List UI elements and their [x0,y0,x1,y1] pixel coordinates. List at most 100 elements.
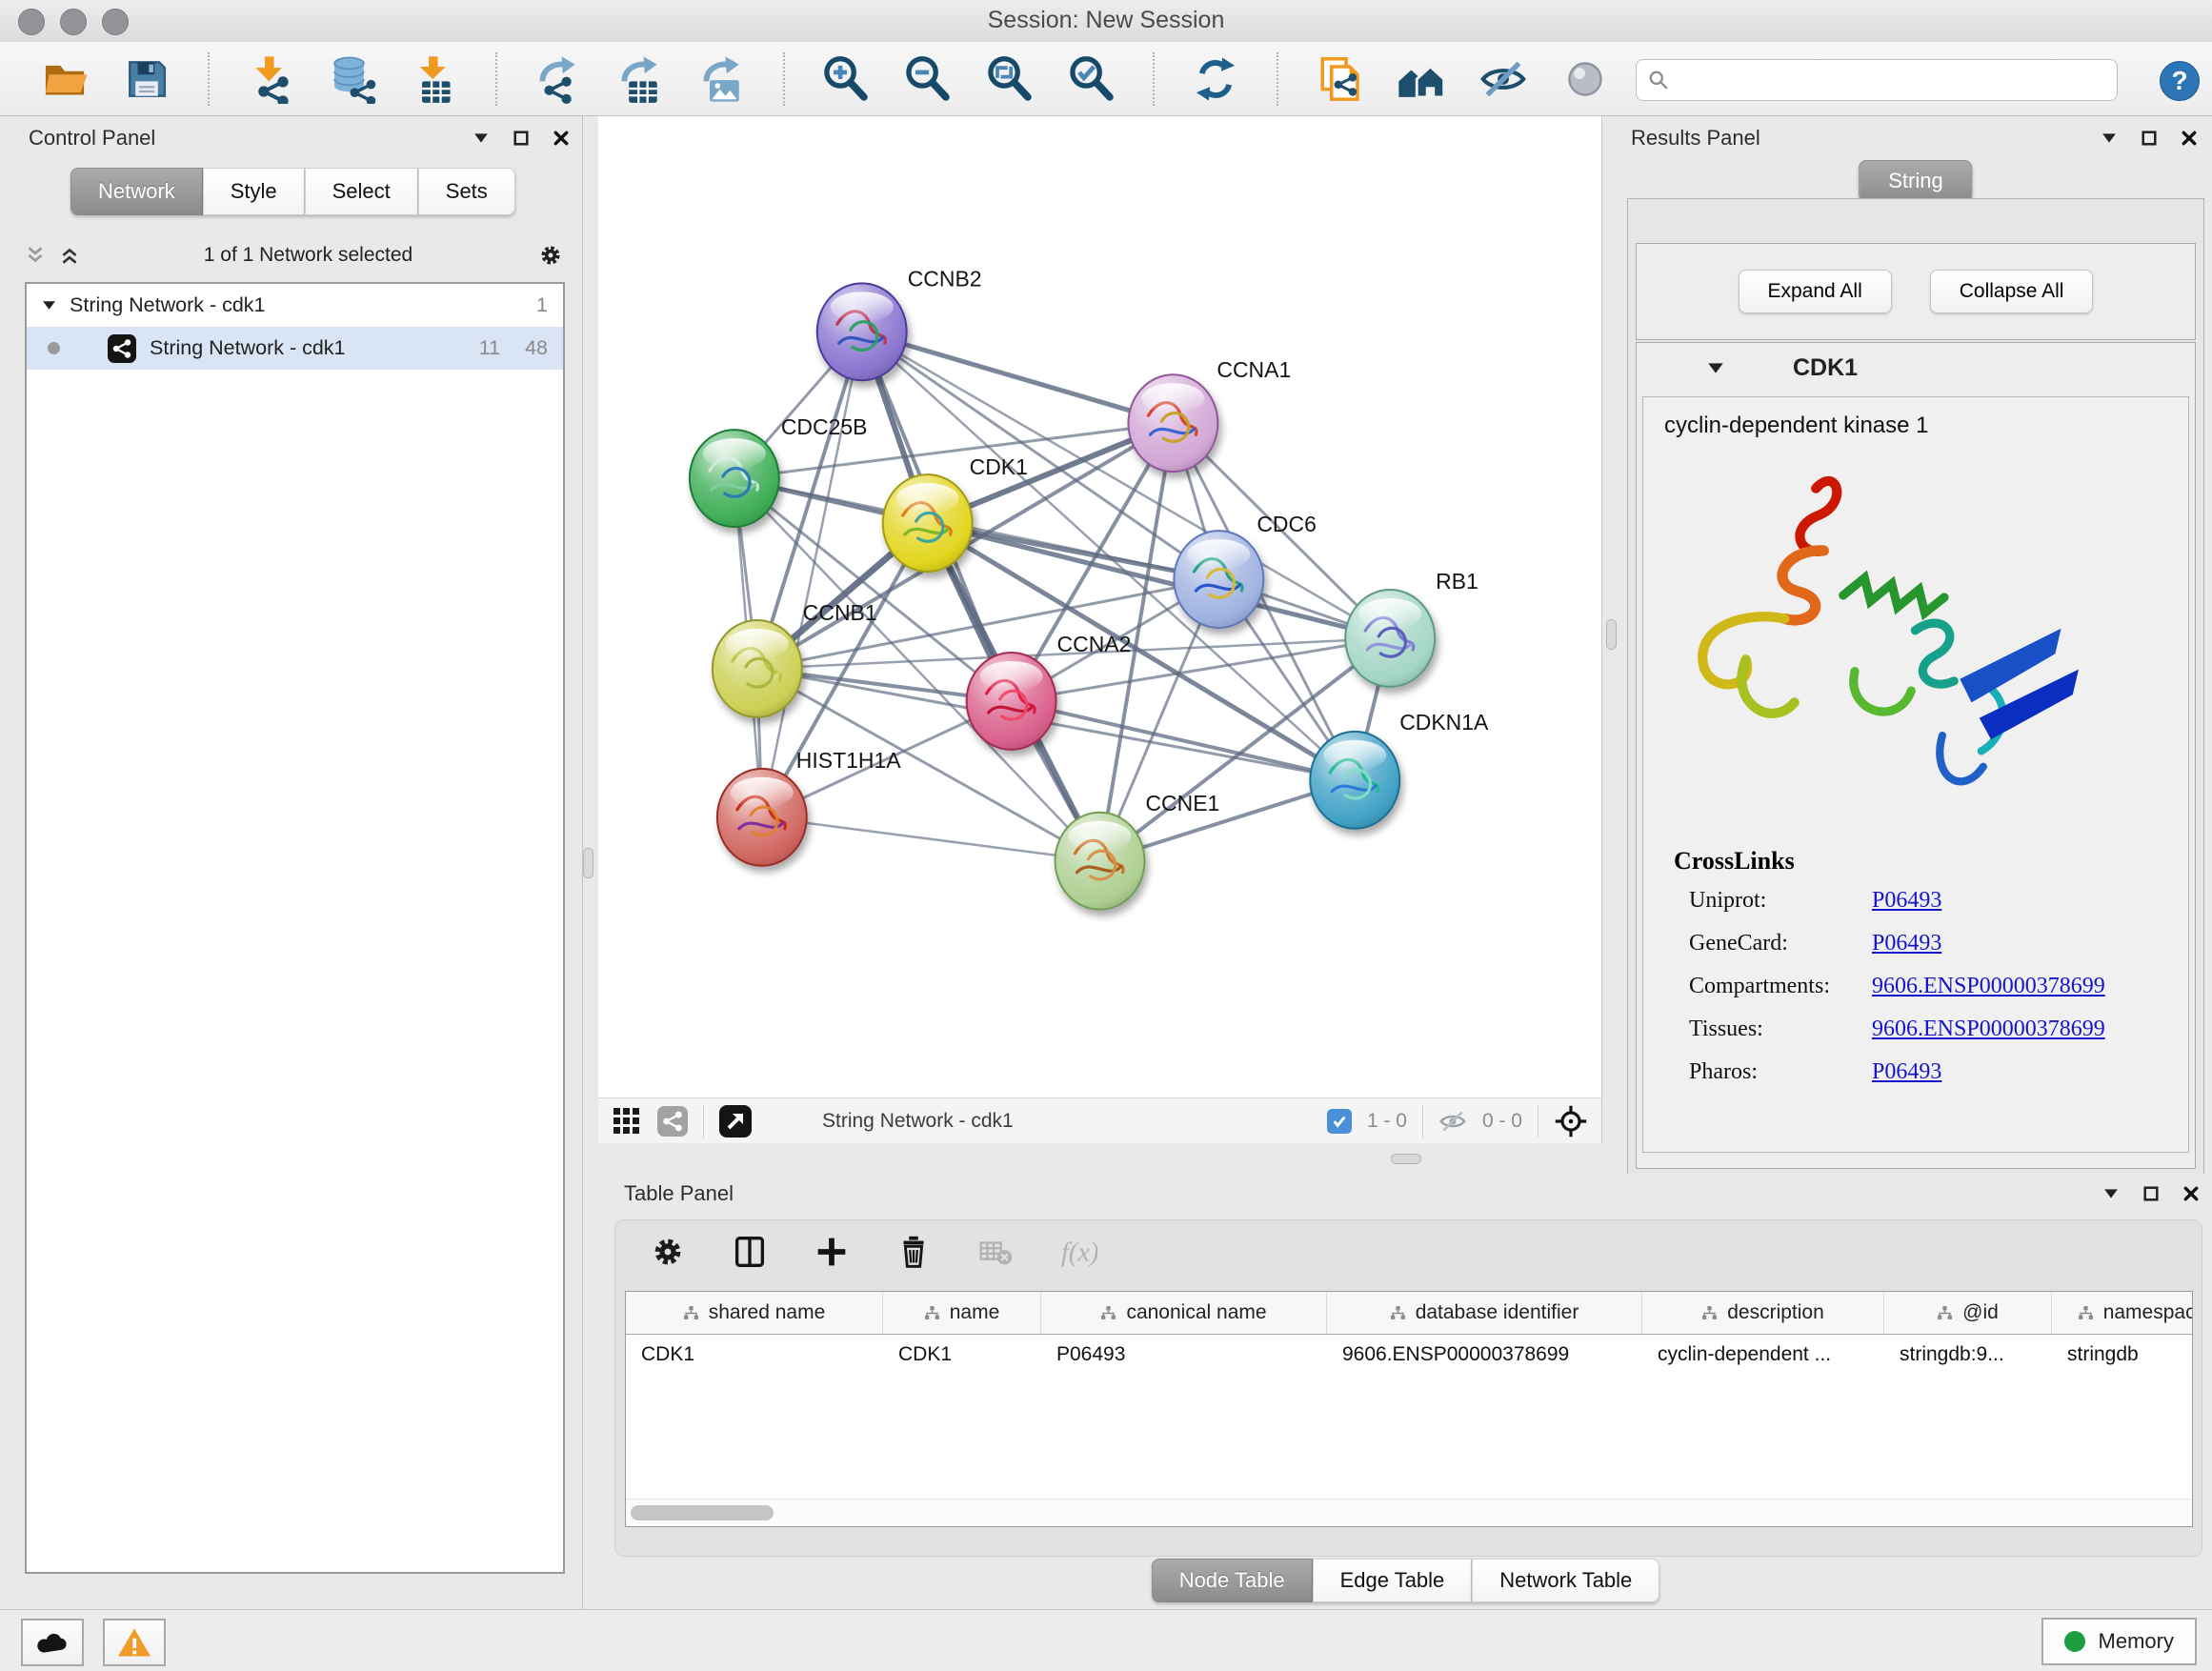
crosslink-link[interactable]: P06493 [1872,1059,1941,1085]
table-cell[interactable]: stringdb [2052,1335,2193,1375]
search-box[interactable] [1636,59,2118,101]
node-RB1[interactable] [1345,590,1435,687]
column-header-shared-name[interactable]: shared name [626,1292,883,1334]
node-CDC6[interactable] [1174,531,1263,628]
edge-hist1h1a-ccne1[interactable] [762,817,1100,861]
zoom-fit-icon[interactable] [985,54,1035,104]
show-all-icon[interactable] [1560,54,1610,104]
network-row[interactable]: String Network - cdk1 11 48 [27,327,563,370]
network-collection-row[interactable]: String Network - cdk1 1 [27,284,563,327]
panel-close-icon[interactable] [2182,131,2197,146]
export-table-icon[interactable] [615,54,665,104]
export-image-icon[interactable] [697,54,747,104]
tab-edge-table[interactable]: Edge Table [1313,1559,1473,1602]
table-cell[interactable]: 9606.ENSP00000378699 [1327,1335,1642,1375]
selected-nodes-checkbox[interactable] [1327,1109,1352,1134]
crosslink-link[interactable]: P06493 [1872,931,1941,956]
panel-maximize-icon[interactable] [513,131,529,146]
tab-network[interactable]: Network [70,168,203,215]
left-splitter-handle[interactable] [583,848,593,878]
table-cell[interactable]: CDK1 [626,1335,883,1375]
table-row[interactable]: CDK1CDK1P064939606.ENSP00000378699cyclin… [626,1335,2192,1375]
node-CCNE1[interactable] [1056,813,1145,910]
collection-expand-icon[interactable] [42,300,56,311]
column-header-database-identifier[interactable]: database identifier [1327,1292,1642,1334]
expand-all-networks-icon[interactable] [59,245,80,266]
tab-select[interactable]: Select [305,168,418,215]
column-header-namespace[interactable]: namespace [2052,1292,2193,1334]
column-header-canonical-name[interactable]: canonical name [1041,1292,1327,1334]
tab-sets[interactable]: Sets [418,168,515,215]
import-network-icon[interactable] [246,54,295,104]
cloud-button[interactable] [21,1619,84,1666]
zoom-selected-icon[interactable] [1067,54,1116,104]
collapse-all-button[interactable]: Collapse All [1930,270,2094,313]
node-HIST1H1A[interactable] [717,769,807,866]
network-options-gear-icon[interactable] [536,241,565,270]
panel-close-icon[interactable] [2183,1186,2199,1201]
trash-icon[interactable] [894,1232,934,1272]
collapse-all-networks-icon[interactable] [25,245,46,266]
edge-ccna2-cdkn1a[interactable] [1012,701,1356,780]
string-view-icon[interactable] [657,1106,688,1137]
columns-icon[interactable] [730,1232,770,1272]
panel-float-icon[interactable] [473,132,489,144]
node-CDK1[interactable] [883,474,973,572]
crosslink-link[interactable]: 9606.ENSP00000378699 [1872,974,2105,999]
horizontal-splitter-handle[interactable] [1391,1154,1421,1164]
right-splitter-handle[interactable] [1606,619,1617,650]
fx-icon[interactable]: f(x) [1057,1232,1097,1272]
column-header-@id[interactable]: @id [1884,1292,2052,1334]
tab-network-table[interactable]: Network Table [1472,1559,1659,1602]
table-horizontal-scrollbar[interactable] [626,1499,2192,1526]
birdseye-view-icon[interactable] [719,1105,752,1137]
home-networks-icon[interactable] [1397,54,1446,104]
panel-close-icon[interactable] [553,131,569,146]
save-icon[interactable] [122,54,171,104]
table-cell[interactable]: cyclin-dependent ... [1642,1335,1884,1375]
clone-network-icon[interactable] [1315,54,1364,104]
column-header-name[interactable]: name [883,1292,1041,1334]
node-CCNA2[interactable] [967,653,1056,750]
fit-content-crosshair-icon[interactable] [1554,1104,1588,1138]
crosslink-link[interactable]: P06493 [1872,888,1941,914]
tab-string[interactable]: String [1859,160,1972,202]
gear-icon[interactable] [648,1232,688,1272]
panel-float-icon[interactable] [2101,132,2117,144]
edge-ccnb2-hist1h1a[interactable] [762,332,862,817]
table-cell[interactable]: CDK1 [883,1335,1041,1375]
search-input[interactable] [1679,68,2105,92]
column-header-description[interactable]: description [1642,1292,1884,1334]
gene-collapse-icon[interactable] [1707,362,1724,374]
open-folder-icon[interactable] [40,54,90,104]
node-CDKN1A[interactable] [1310,732,1399,829]
zoom-out-icon[interactable] [903,54,953,104]
node-CCNB1[interactable] [713,620,802,717]
edge-ccnb2-ccna1[interactable] [862,332,1174,423]
panel-float-icon[interactable] [2103,1188,2119,1199]
table-cell[interactable]: stringdb:9... [1884,1335,2052,1375]
tab-style[interactable]: Style [203,168,305,215]
grid-view-icon[interactable] [612,1106,642,1137]
node-CCNB2[interactable] [817,283,907,380]
node-CCNA1[interactable] [1128,374,1217,472]
expand-all-button[interactable]: Expand All [1739,270,1892,313]
node-CDC25B[interactable] [690,430,779,527]
import-table-icon[interactable] [410,54,459,104]
network-canvas[interactable]: CCNB2CCNA1CDC25BCDK1CDC6RB1CCNB1CCNA2CDK… [598,116,1602,1097]
import-database-icon[interactable] [328,54,377,104]
memory-button[interactable]: Memory [2041,1618,2197,1665]
warnings-button[interactable] [103,1619,166,1666]
refresh-icon[interactable] [1191,54,1240,104]
panel-maximize-icon[interactable] [2142,131,2157,146]
scrollbar-thumb[interactable] [631,1505,774,1520]
delete-table-icon[interactable] [975,1232,1016,1272]
hidden-eye-icon[interactable] [1438,1107,1467,1136]
tab-node-table[interactable]: Node Table [1152,1559,1313,1602]
panel-maximize-icon[interactable] [2143,1186,2159,1201]
help-button[interactable]: ? [2160,61,2200,101]
zoom-in-icon[interactable] [821,54,871,104]
gene-entry-header[interactable]: CDK1 [1637,343,2195,393]
export-network-icon[interactable] [533,54,583,104]
table-cell[interactable]: P06493 [1041,1335,1327,1375]
